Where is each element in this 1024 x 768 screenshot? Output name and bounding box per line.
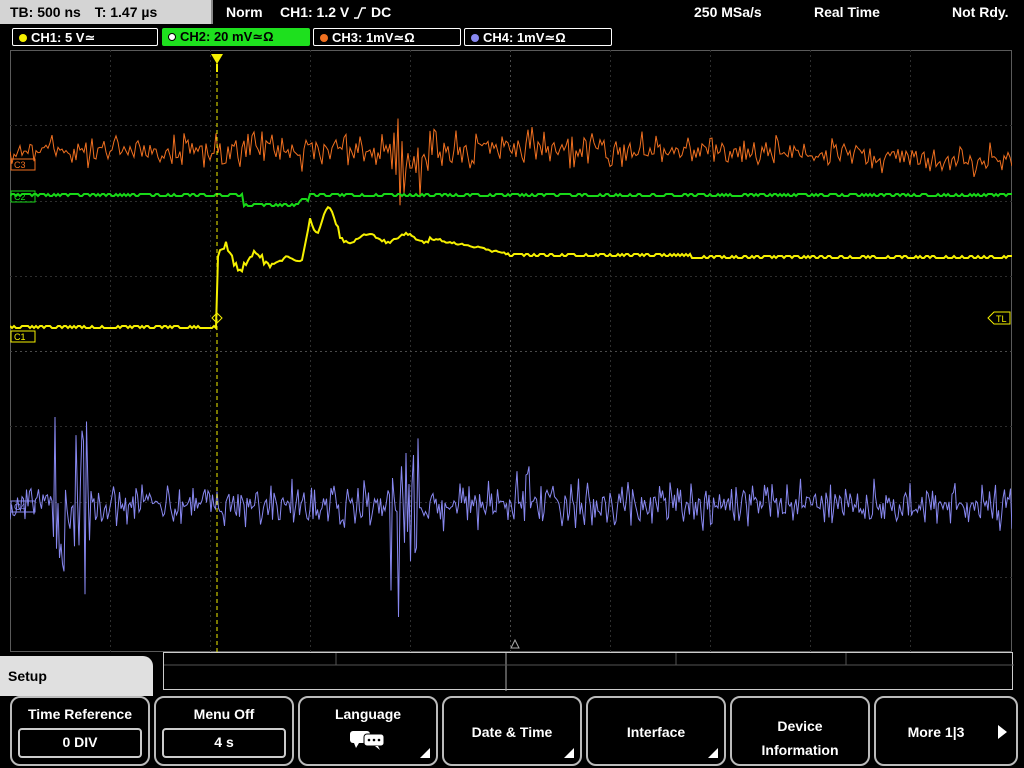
- ch3-label: CH3: 1mV≃Ω: [332, 30, 415, 45]
- device-information-button[interactable]: Device Information: [730, 696, 870, 766]
- channel-tab-ch3[interactable]: CH3: 1mV≃Ω: [313, 28, 461, 46]
- menu-off-button[interactable]: Menu Off 4 s: [154, 696, 294, 766]
- ch1-color-dot: [19, 33, 27, 42]
- acquisition-mode: Real Time: [814, 4, 880, 20]
- speech-bubbles-icon: [300, 728, 436, 753]
- timeline-overview: [163, 652, 1014, 691]
- channel-tab-ch4[interactable]: CH4: 1mV≃Ω: [464, 28, 612, 46]
- trigger-time-value: T: 1.47 µs: [94, 4, 158, 20]
- language-button[interactable]: Language: [298, 696, 438, 766]
- waveform-display[interactable]: C3 C2 C1 C4 TL: [9, 50, 1013, 652]
- more-label: More 1|3: [907, 724, 965, 740]
- time-reference-value: 0 DIV: [18, 728, 142, 758]
- device-information-label: Device Information: [732, 714, 868, 762]
- channel-tab-ch1[interactable]: CH1: 5 V≃: [12, 28, 158, 46]
- svg-text:C3: C3: [14, 160, 26, 170]
- language-label: Language: [334, 706, 402, 722]
- device-info-line2: Information: [761, 742, 839, 758]
- interface-label: Interface: [626, 724, 686, 740]
- svg-text:C1: C1: [14, 332, 26, 342]
- ch4-color-dot: [471, 33, 479, 42]
- ch2-label: CH2: 20 mV≃Ω: [180, 29, 274, 44]
- acquisition-state: Not Rdy.: [952, 4, 1009, 20]
- svg-text:TL: TL: [996, 314, 1007, 324]
- status-bar: Norm CH1: 1.2 V DC 250 MSa/s Real Time N…: [216, 0, 1024, 24]
- waveform-canvas: C3 C2 C1 C4 TL: [9, 50, 1013, 652]
- more-button[interactable]: More 1|3: [874, 696, 1018, 766]
- timebase-value: TB: 500 ns: [10, 4, 81, 20]
- menu-off-label: Menu Off: [193, 706, 255, 722]
- interface-button[interactable]: Interface: [586, 696, 726, 766]
- ch4-label: CH4: 1mV≃Ω: [483, 30, 566, 45]
- menu-title-setup: Setup: [0, 656, 153, 696]
- time-reference-label: Time Reference: [27, 706, 132, 722]
- submenu-indicator-icon: [564, 748, 574, 758]
- submenu-indicator-icon: [420, 748, 430, 758]
- time-reference-button[interactable]: Time Reference 0 DIV: [10, 696, 150, 766]
- svg-text:C4: C4: [14, 502, 26, 512]
- ch1-label: CH1: 5 V≃: [31, 30, 96, 45]
- date-time-button[interactable]: Date & Time: [442, 696, 582, 766]
- arrow-right-icon: [996, 724, 1008, 743]
- timebase-panel[interactable]: TB: 500 ns T: 1.47 µs: [0, 0, 213, 24]
- channel-tab-ch2[interactable]: CH2: 20 mV≃Ω: [162, 28, 310, 46]
- menu-off-value: 4 s: [162, 728, 286, 758]
- sample-rate: 250 MSa/s: [694, 4, 762, 20]
- ch2-color-dot: [168, 32, 176, 41]
- device-info-line1: Device: [777, 718, 823, 734]
- svg-text:C2: C2: [14, 192, 26, 202]
- trigger-mode: Norm: [226, 4, 263, 20]
- trigger-info: CH1: 1.2 V DC: [280, 4, 392, 20]
- ch3-color-dot: [320, 33, 328, 42]
- rising-edge-icon: [349, 4, 371, 20]
- submenu-indicator-icon: [708, 748, 718, 758]
- date-time-label: Date & Time: [471, 724, 553, 740]
